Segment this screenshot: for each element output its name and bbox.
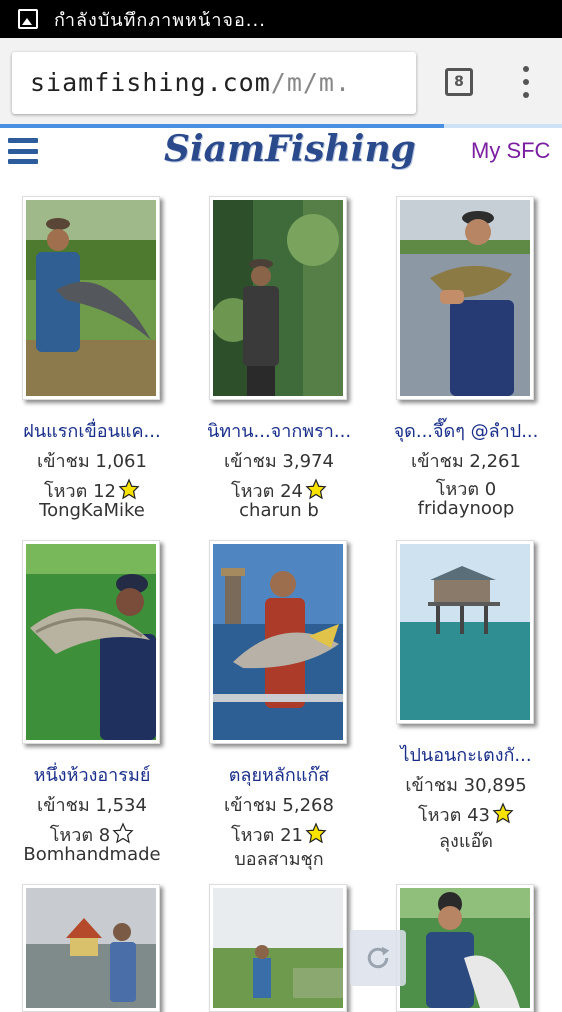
post-thumbnail[interactable] [209, 196, 347, 400]
url-host: siamfishing.com [30, 68, 271, 97]
post-photo [26, 888, 156, 1008]
address-bar[interactable]: siamfishing.com/m/m. [12, 52, 416, 114]
post-photo [213, 888, 343, 1008]
post-author[interactable]: ลุงแอ๊ด [386, 826, 546, 855]
post-views: เข้าชม 1,061 [37, 451, 147, 472]
post-author[interactable]: TongKaMike [12, 500, 172, 521]
post-thumbnail[interactable] [22, 196, 160, 400]
status-notification-text: กำลังบันทึกภาพหน้าจอ... [54, 9, 266, 31]
post-title[interactable]: หนึ่งห้วงอารมย์ [12, 760, 172, 789]
url-path: /m/m. [270, 68, 352, 97]
screenshot-icon [18, 9, 38, 29]
post-views: เข้าชม 5,268 [224, 795, 334, 816]
star-icon [305, 478, 327, 500]
browser-toolbar: siamfishing.com/m/m. 8 [0, 38, 562, 124]
post-title[interactable]: ไปนอนกะเตงกั... [386, 740, 546, 769]
post-thumbnail[interactable] [396, 540, 534, 724]
post-photo [400, 888, 530, 1008]
overflow-menu-icon[interactable] [518, 66, 534, 98]
post-photo [26, 544, 156, 740]
star-icon [112, 822, 134, 844]
post-title[interactable]: ฝนแรกเขื่อนแค... [12, 416, 172, 445]
post-thumbnail[interactable] [396, 196, 534, 400]
post-author[interactable]: บอลสามชุก [199, 844, 359, 873]
post-title[interactable]: นิทาน...จากพรา... [199, 416, 359, 445]
post-views: เข้าชม 2,261 [411, 451, 521, 472]
tab-count: 8 [454, 74, 464, 90]
post-thumbnail[interactable] [22, 884, 160, 1012]
post-views: เข้าชม 30,895 [405, 775, 527, 796]
tab-switcher-button[interactable]: 8 [445, 68, 473, 96]
post-title[interactable]: ตลุยหลักแก๊ส [199, 760, 359, 789]
post-photo [213, 544, 343, 740]
post-thumbnail[interactable] [396, 884, 534, 1012]
post-views: เข้าชม 1,534 [37, 795, 147, 816]
site-header: SiamFishing My SFC [0, 128, 562, 180]
site-logo[interactable]: SiamFishing [164, 128, 416, 170]
star-icon [492, 802, 514, 824]
star-icon [305, 822, 327, 844]
my-sfc-link[interactable]: My SFC [471, 138, 550, 164]
post-photo [213, 200, 343, 396]
post-thumbnail[interactable] [22, 540, 160, 744]
post-thumbnail[interactable] [209, 884, 347, 1012]
post-votes: โหวต 43 [386, 800, 546, 829]
post-thumbnail[interactable] [209, 540, 347, 744]
post-photo [400, 200, 530, 396]
status-bar: กำลังบันทึกภาพหน้าจอ... [0, 0, 562, 38]
post-title[interactable]: จุด...จึ๊ดๆ @ลำป... [386, 416, 546, 445]
post-author[interactable]: charun b [199, 500, 359, 521]
star-icon [118, 478, 140, 500]
post-views: เข้าชม 3,974 [224, 451, 334, 472]
refresh-button[interactable] [350, 930, 406, 986]
post-photo [400, 544, 530, 720]
post-author[interactable]: fridaynoop [386, 498, 546, 519]
refresh-icon [367, 946, 390, 969]
hamburger-menu-icon[interactable] [8, 138, 38, 164]
post-author[interactable]: Bomhandmade [12, 844, 172, 865]
post-photo [26, 200, 156, 396]
